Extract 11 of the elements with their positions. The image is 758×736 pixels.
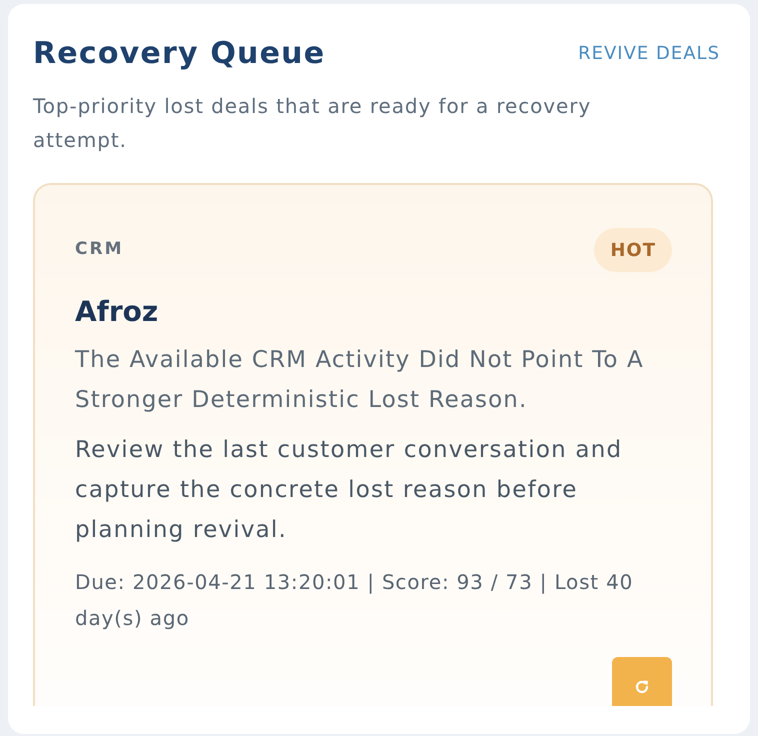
- deal-name: Afroz: [75, 294, 160, 330]
- refresh-button[interactable]: [612, 657, 672, 706]
- priority-badge: HOT: [594, 228, 672, 272]
- deal-source: CRM: [75, 238, 124, 262]
- lost-reason: The Available CRM Activity Did Not Point To A Stronger Deterministic Lost Reason.: [75, 346, 645, 415]
- revive-deals-link[interactable]: REVIVE DEALS: [578, 40, 720, 68]
- refresh-icon: [634, 679, 650, 695]
- deal-meta: Due: 2026-04-21 13:20:01 | Score: 93 / 73 | Lost 40 day(s) ago: [75, 569, 634, 632]
- panel-description: Top-priority lost deals that are ready for a recovery attempt.: [33, 93, 592, 154]
- recommendation-text: Review the last customer conversation and capture the concrete lost reason before planning revival.: [75, 436, 624, 545]
- panel-title: Recovery Queue: [33, 35, 326, 73]
